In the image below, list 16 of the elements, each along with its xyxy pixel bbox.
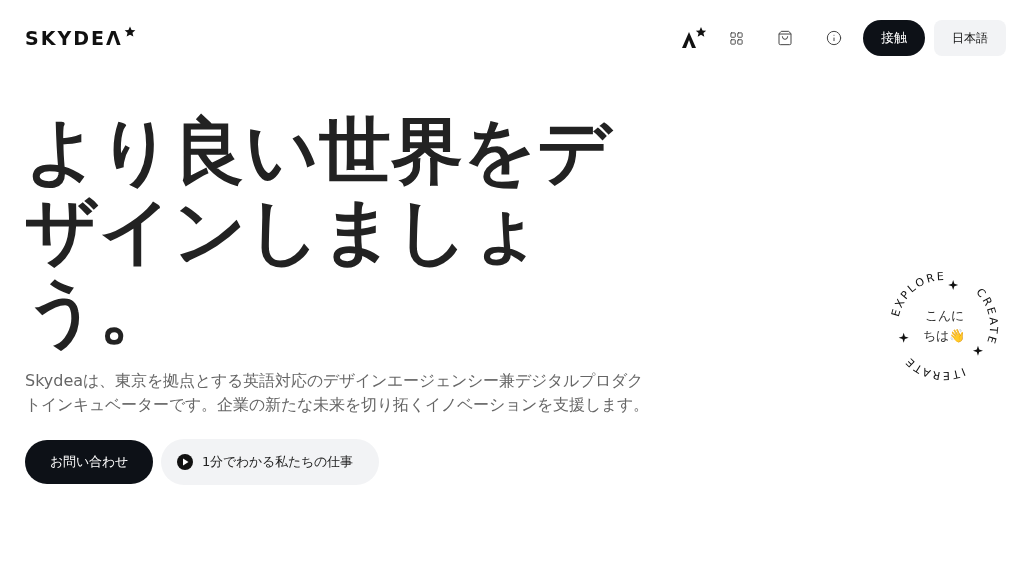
- hero-heading: より良い世界をデザインしましょう。: [25, 111, 614, 351]
- play-icon: [177, 454, 193, 470]
- language-button[interactable]: 日本語: [934, 20, 1006, 56]
- sparkle-icon: [898, 332, 909, 343]
- video-button[interactable]: 1分でわかる私たちの仕事: [161, 439, 380, 485]
- sparkle-icon: [973, 345, 983, 356]
- contact-us-button[interactable]: お問い合わせ: [25, 440, 153, 484]
- brand-mark-icon[interactable]: [681, 27, 707, 49]
- hero-description: Skydeaは、東京を拠点とする英語対応のデザインエージェンシー兼デジタルプロダクトインキュベーターです。企業の新たな未来を切り拓くイノベーションを支援します。: [25, 370, 650, 416]
- grid-icon[interactable]: [729, 30, 744, 46]
- logo[interactable]: SKYDEΛ: [25, 28, 123, 48]
- logo-star-icon: [123, 25, 136, 38]
- bag-icon[interactable]: [777, 30, 793, 46]
- info-icon[interactable]: [826, 30, 842, 46]
- sparkle-icon: [948, 280, 959, 290]
- contact-button[interactable]: 接触: [863, 20, 925, 56]
